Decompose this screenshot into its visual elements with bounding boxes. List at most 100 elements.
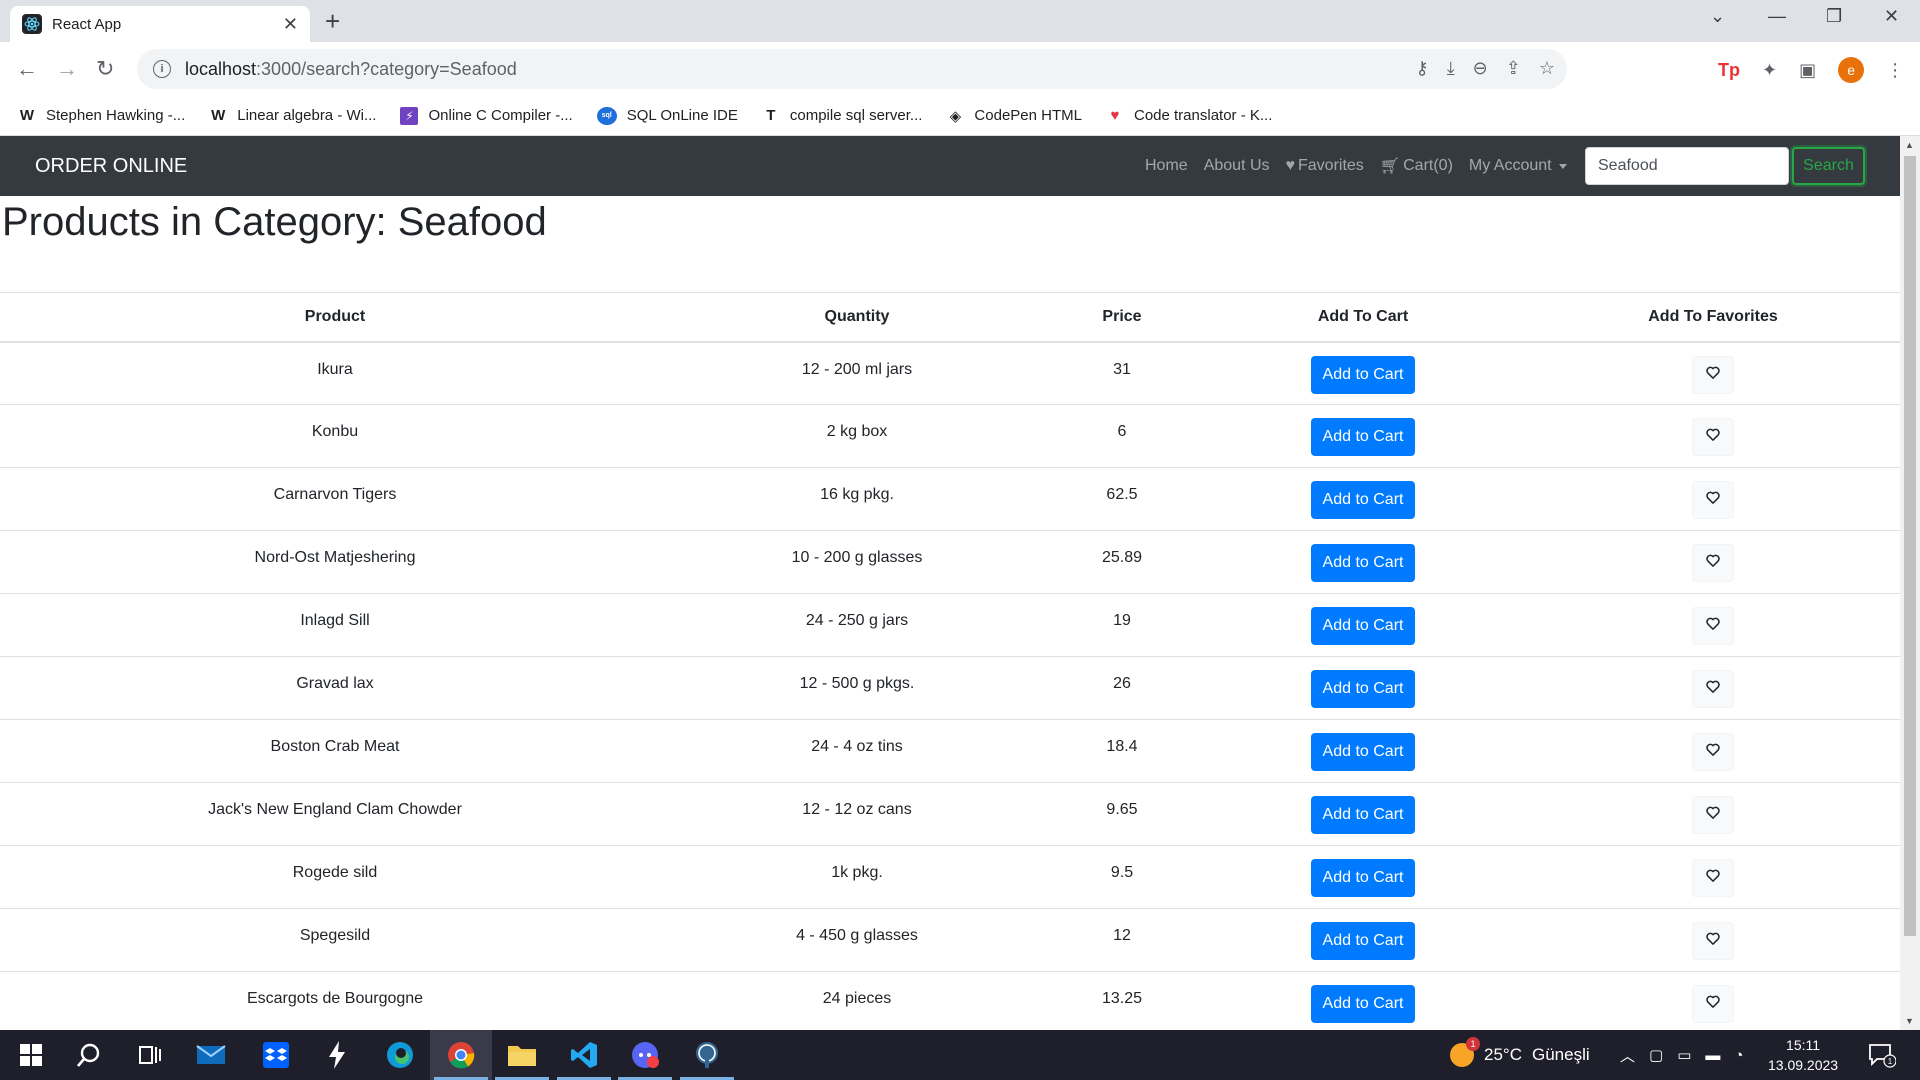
add-to-cart-button[interactable]: Add to Cart [1310, 922, 1416, 960]
bookmark-item[interactable]: W Linear algebra - Wi... [209, 107, 376, 125]
nav-my-account[interactable]: My Account [1469, 157, 1567, 175]
meet-icon[interactable]: ▢ [1649, 1046, 1663, 1064]
file-explorer-icon[interactable] [491, 1030, 553, 1080]
bookmark-item[interactable]: ⚡ Online C Compiler -... [400, 106, 573, 125]
restore-icon[interactable]: ❐ [1826, 6, 1842, 27]
bookmark-item[interactable]: ◈ CodePen HTML [946, 107, 1082, 125]
puzzle-icon[interactable]: ✦ [1762, 60, 1777, 81]
product-quantity: 24 pieces [670, 971, 1044, 1035]
add-to-favorites-button[interactable] [1692, 985, 1734, 1023]
mail-icon[interactable] [180, 1030, 242, 1080]
discord-icon[interactable] [614, 1030, 676, 1080]
add-to-favorites-button[interactable] [1692, 418, 1734, 456]
scroll-thumb[interactable] [1904, 156, 1916, 936]
add-to-cart-button[interactable]: Add to Cart [1310, 418, 1416, 456]
lightning-app-icon[interactable] [306, 1030, 368, 1080]
site-info-icon[interactable]: i [153, 60, 171, 78]
url-text: localhost:3000/search?category=Seafood [185, 58, 517, 79]
postgres-icon[interactable] [676, 1030, 738, 1080]
product-quantity: 24 - 4 oz tins [670, 719, 1044, 783]
add-to-favorites-button[interactable] [1692, 859, 1734, 897]
add-to-favorites-button[interactable] [1692, 544, 1734, 582]
add-to-cart-button[interactable]: Add to Cart [1310, 607, 1416, 645]
table-row: Carnarvon Tigers 16 kg pkg. 62.5 Add to Car… [0, 467, 1900, 531]
product-price: 26 [1044, 656, 1200, 720]
add-to-cart-button[interactable]: Add to Cart [1310, 355, 1416, 394]
products-table: Product Quantity Price Add To Cart Add T… [0, 292, 1900, 1035]
notification-icon[interactable]: 1 [1868, 1042, 1897, 1073]
browser-tab[interactable]: React App ✕ [10, 6, 310, 42]
add-to-cart-button[interactable]: Add to Cart [1310, 481, 1416, 519]
weather-widget[interactable]: 1 25°C Güneşli [1450, 1030, 1590, 1080]
product-name: Konbu [0, 404, 670, 468]
forward-icon[interactable]: → [56, 56, 78, 82]
close-window-icon[interactable]: ✕ [1884, 6, 1899, 27]
heart-icon [1706, 366, 1720, 384]
brand-logo[interactable]: ORDER ONLINE [35, 155, 187, 178]
tab-close-icon[interactable]: ✕ [283, 14, 298, 35]
add-to-cart-button[interactable]: Add to Cart [1310, 733, 1416, 771]
zoom-icon[interactable]: ⊖ [1473, 58, 1488, 79]
task-view-icon[interactable] [119, 1030, 181, 1080]
search-input[interactable] [1585, 147, 1789, 185]
add-to-favorites-button[interactable] [1692, 733, 1734, 771]
nav-cart[interactable]: 🛒︎ Cart(0) [1380, 156, 1453, 176]
address-bar[interactable]: i localhost:3000/search?category=Seafood… [137, 49, 1567, 89]
scroll-down-icon[interactable]: ▼ [1905, 1016, 1914, 1026]
search-icon[interactable] [58, 1030, 120, 1080]
wifi-icon[interactable]: ◔ [1734, 1047, 1743, 1064]
add-to-cart-button[interactable]: Add to Cart [1310, 544, 1416, 582]
add-to-favorites-button[interactable] [1692, 607, 1734, 645]
share-icon[interactable]: ⇪ [1506, 58, 1521, 79]
back-icon[interactable]: ← [16, 56, 38, 82]
minimize-icon[interactable]: — [1768, 6, 1786, 27]
add-to-cart-button[interactable]: Add to Cart [1310, 796, 1416, 834]
new-tab-icon[interactable]: + [325, 8, 340, 34]
add-to-favorites-button[interactable] [1692, 922, 1734, 960]
heart-icon [1706, 428, 1720, 446]
install-icon[interactable]: ⤓ [1447, 58, 1455, 79]
bookmark-item[interactable]: W Stephen Hawking -... [18, 107, 185, 125]
add-to-cart-button[interactable]: Add to Cart [1310, 859, 1416, 897]
bookmark-item[interactable]: Tcompile sql server... [762, 107, 922, 125]
display-icon[interactable]: ▭ [1677, 1046, 1691, 1064]
extension-tp-icon[interactable]: Tp [1718, 60, 1740, 81]
nav-favorites[interactable]: ♥ Favorites [1286, 157, 1364, 175]
product-name: Ikura [0, 341, 670, 405]
star-icon[interactable]: ☆ [1539, 58, 1555, 79]
add-to-favorites-button[interactable] [1692, 670, 1734, 708]
chrome-icon[interactable] [430, 1030, 492, 1080]
reload-icon[interactable]: ↻ [96, 56, 114, 82]
search-button[interactable]: Search [1792, 147, 1865, 185]
nav-home[interactable]: Home [1145, 157, 1188, 175]
dropbox-icon[interactable] [245, 1030, 307, 1080]
edge-icon[interactable] [369, 1030, 431, 1080]
clock[interactable]: 15:11 13.09.2023 [1768, 1035, 1838, 1075]
page-scrollbar[interactable]: ▲ ▼ [1900, 136, 1920, 1030]
add-to-cart-button[interactable]: Add to Cart [1310, 985, 1416, 1023]
add-to-favorites-button[interactable] [1692, 355, 1734, 394]
add-to-favorites-button[interactable] [1692, 481, 1734, 519]
table-row: Jack's New England Clam Chowder 12 - 12 o… [0, 782, 1900, 846]
bookmark-item[interactable]: sql SQL OnLine IDE [596, 106, 738, 125]
vscode-icon[interactable] [553, 1030, 615, 1080]
scroll-up-icon[interactable]: ▲ [1905, 140, 1914, 150]
battery-icon[interactable]: ▬ [1705, 1047, 1720, 1064]
start-icon[interactable] [0, 1030, 62, 1080]
table-row: Konbu 2 kg box 6 Add to Cart [0, 404, 1900, 468]
tab-search-icon[interactable]: ⌄ [1710, 6, 1725, 27]
nav-about[interactable]: About Us [1204, 157, 1270, 175]
chevron-up-icon[interactable]: ︿ [1620, 1045, 1635, 1066]
product-quantity: 24 - 250 g jars [670, 593, 1044, 657]
product-quantity: 12 - 12 oz cans [670, 782, 1044, 846]
product-name: Gravad lax [0, 656, 670, 720]
sidepanel-icon[interactable]: ▣ [1799, 60, 1816, 81]
weather-temp: 25°C [1484, 1045, 1522, 1064]
key-icon[interactable]: ⚷ [1416, 58, 1429, 79]
heart-icon: ♥ [1110, 107, 1120, 124]
bookmark-item[interactable]: ♥ Code translator - K... [1106, 107, 1273, 125]
profile-avatar[interactable]: e [1838, 57, 1865, 83]
add-to-favorites-button[interactable] [1692, 796, 1734, 834]
add-to-cart-button[interactable]: Add to Cart [1310, 670, 1416, 708]
menu-icon[interactable]: ⋮ [1886, 60, 1904, 81]
